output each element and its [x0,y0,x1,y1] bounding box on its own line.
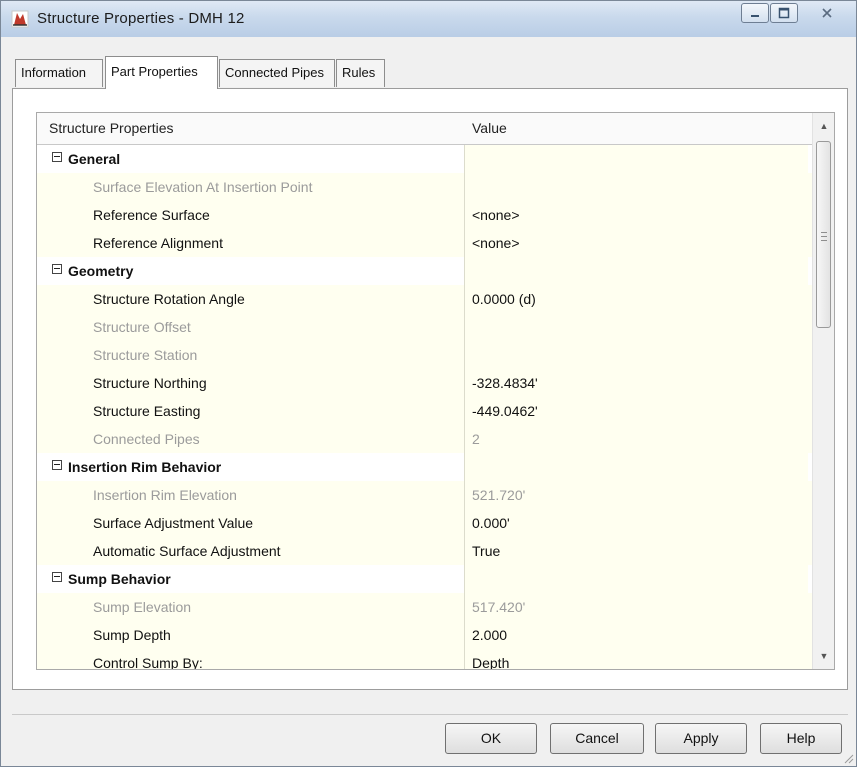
scroll-down-arrow-icon[interactable]: ▼ [813,643,834,669]
scroll-up-arrow-icon[interactable]: ▲ [813,113,834,139]
tab-connected-pipes[interactable]: Connected Pipes [219,59,335,87]
grid-property-row[interactable]: Reference Alignment <none> [37,229,815,258]
property-label: Insertion Rim Elevation [93,487,237,503]
property-label: Control Sump By: [93,655,203,670]
tab-information[interactable]: Information [15,59,103,87]
collapse-icon[interactable] [52,264,62,274]
property-label: Connected Pipes [93,431,200,447]
property-value[interactable]: 2.000 [464,621,808,649]
grid-property-row[interactable]: Structure Easting -449.0462' [37,397,815,426]
maximize-icon [778,7,790,19]
grid-property-row[interactable]: Sump Elevation 517.420' [37,593,815,622]
property-label: Structure Northing [93,375,207,391]
property-value [464,453,808,481]
property-grid[interactable]: Structure Properties Value General Surfac… [36,112,835,670]
ok-button[interactable]: OK [445,723,537,754]
property-label: Structure Easting [93,403,201,419]
property-value: 2 [464,425,808,453]
cancel-button[interactable]: Cancel [550,723,644,754]
property-value: 521.720' [464,481,808,509]
grid-category-row[interactable]: General [37,145,815,174]
minimize-button[interactable] [741,3,769,23]
property-label: Structure Rotation Angle [93,291,245,307]
grid-category-row[interactable]: Sump Behavior [37,565,815,594]
grid-property-row[interactable]: Connected Pipes 2 [37,425,815,454]
grid-property-row[interactable]: Automatic Surface Adjustment True [37,537,815,566]
title-bar[interactable]: Structure Properties - DMH 12 [1,1,856,37]
property-label: Surface Adjustment Value [93,515,254,531]
property-value: 517.420' [464,593,808,621]
grid-category-row[interactable]: Geometry [37,257,815,286]
grid-property-row[interactable]: Surface Elevation At Insertion Point [37,173,815,202]
property-value [464,257,808,285]
maximize-button[interactable] [770,3,798,23]
resize-grip-icon[interactable] [842,752,854,764]
grid-property-row[interactable]: Reference Surface <none> [37,201,815,230]
property-value[interactable]: <none> [464,229,808,257]
close-button[interactable] [806,3,848,23]
property-label: Automatic Surface Adjustment [93,543,281,559]
collapse-icon[interactable] [52,572,62,582]
property-value [464,565,808,593]
window-title: Structure Properties - DMH 12 [37,10,245,27]
grid-property-row[interactable]: Structure Station [37,341,815,370]
grid-property-row[interactable]: Sump Depth 2.000 [37,621,815,650]
window-controls [740,3,848,25]
property-value[interactable]: True [464,537,808,565]
collapse-icon[interactable] [52,460,62,470]
vertical-scrollbar[interactable]: ▲ ▼ [812,113,834,669]
grid-property-row[interactable]: Surface Adjustment Value 0.000' [37,509,815,538]
category-label: Insertion Rim Behavior [68,459,222,475]
property-value[interactable]: Depth [464,649,808,669]
property-value[interactable]: -328.4834' [464,369,808,397]
grid-property-row[interactable]: Structure Rotation Angle 0.0000 (d) [37,285,815,314]
grid-category-row[interactable]: Insertion Rim Behavior [37,453,815,482]
grid-property-row[interactable]: Control Sump By: Depth [37,649,815,670]
property-label: Surface Elevation At Insertion Point [93,179,313,195]
property-value[interactable]: 0.000' [464,509,808,537]
category-label: Sump Behavior [68,571,171,587]
property-value [464,313,808,341]
property-value[interactable]: -449.0462' [464,397,808,425]
property-value [464,341,808,369]
grip-icon [821,232,827,241]
property-label: Sump Depth [93,627,171,643]
civil3d-app-icon [11,10,29,28]
collapse-icon[interactable] [52,152,62,162]
property-value [464,145,808,173]
property-value[interactable]: <none> [464,201,808,229]
structure-properties-dialog: Structure Properties - DMH 12 Informatio… [0,0,857,767]
category-label: General [68,151,121,167]
category-label: Geometry [68,263,134,279]
tab-part-properties[interactable]: Part Properties [105,56,218,89]
scroll-thumb[interactable] [816,141,831,328]
dialog-separator [12,714,848,715]
property-label: Structure Offset [93,319,191,335]
property-label: Reference Surface [93,207,210,223]
property-value[interactable]: 0.0000 (d) [464,285,808,313]
property-value [464,173,808,201]
apply-button[interactable]: Apply [655,723,747,754]
grid-property-row[interactable]: Structure Offset [37,313,815,342]
grid-property-row[interactable]: Structure Northing -328.4834' [37,369,815,398]
grid-property-row[interactable]: Insertion Rim Elevation 521.720' [37,481,815,510]
tab-rules[interactable]: Rules [336,59,385,87]
grid-header: Structure Properties Value [37,113,834,145]
header-value: Value [472,120,507,136]
property-label: Sump Elevation [93,599,192,615]
property-label: Reference Alignment [93,235,223,251]
close-icon [822,8,832,18]
minimize-icon [751,15,759,17]
header-property: Structure Properties [49,120,174,136]
help-button[interactable]: Help [760,723,842,754]
property-label: Structure Station [93,347,198,363]
